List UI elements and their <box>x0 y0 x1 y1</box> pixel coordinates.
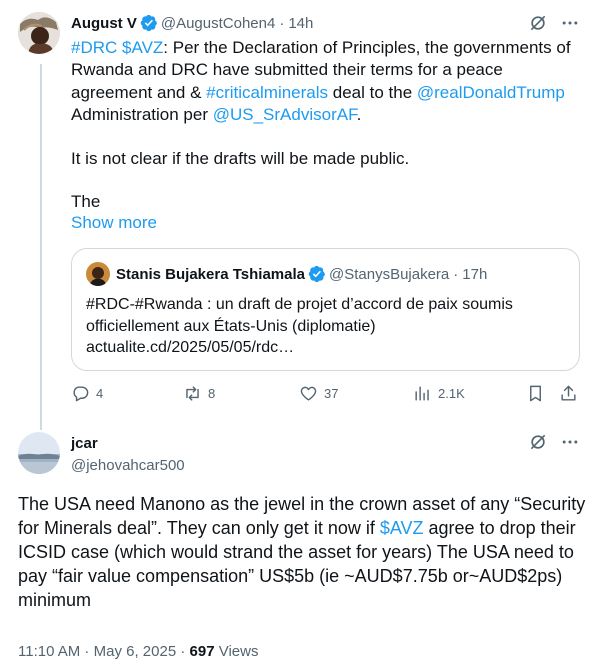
text-segment: deal to the <box>328 82 417 102</box>
repost-count: 8 <box>208 386 216 401</box>
mention-link[interactable]: @realDonaldTrump <box>417 83 565 102</box>
avatar-image <box>18 432 60 474</box>
bookmark-button[interactable] <box>526 384 545 403</box>
reply-header: jcar <box>71 433 98 453</box>
reply-icon <box>73 386 89 402</box>
share-icon <box>561 385 576 401</box>
more-icon[interactable] <box>560 432 580 452</box>
reply-tweet-text: The USA need Manono as the jewel in the … <box>18 492 588 612</box>
verified-badge-icon <box>308 265 325 283</box>
avatar-image <box>18 12 60 54</box>
thread-connector-line <box>40 64 42 430</box>
hashtag-link[interactable]: #criticalminerals <box>206 83 328 102</box>
tweet-text: #DRC $AVZ: Per the Declaration of Princi… <box>71 37 585 126</box>
like-icon <box>300 386 317 401</box>
views-button[interactable]: 2.1K <box>413 384 465 403</box>
quoted-author-avatar <box>86 262 110 286</box>
verified-badge-icon <box>140 14 157 32</box>
bookmark-icon <box>530 385 541 402</box>
reply-count: 4 <box>96 386 104 401</box>
author-name[interactable]: jcar <box>71 435 98 452</box>
meta-separator: · <box>80 643 94 660</box>
grok-icon[interactable] <box>528 13 548 33</box>
repost-icon <box>186 386 199 401</box>
avatar[interactable] <box>18 12 60 54</box>
author-handle[interactable]: @AugustCohen4 <box>161 15 275 32</box>
mention-link[interactable]: @US_SrAdvisorAF <box>213 105 357 124</box>
quoted-tweet-text: #RDC-#Rwanda : un draft de projet d’acco… <box>86 296 513 357</box>
more-icon[interactable] <box>560 13 580 33</box>
meta-separator: · <box>176 643 190 660</box>
views-count: 697 <box>189 643 215 660</box>
text-segment: . <box>356 104 362 124</box>
tweet-paragraph: It is not clear if the drafts will be ma… <box>71 149 410 168</box>
share-button[interactable] <box>559 384 578 403</box>
repost-button[interactable]: 8 <box>183 384 215 403</box>
cashtag-link[interactable]: $AVZ <box>380 518 424 538</box>
reply-button[interactable]: 4 <box>71 384 103 403</box>
quoted-author-handle: @StanysBujakera <box>328 265 450 283</box>
views-icon <box>415 386 429 401</box>
tweet-date[interactable]: May 6, 2025 <box>94 643 177 660</box>
tweet-paragraph: The <box>71 192 101 211</box>
tweet-time[interactable]: 11:10 AM <box>18 643 80 660</box>
avatar[interactable] <box>18 432 60 474</box>
grok-icon[interactable] <box>528 432 548 452</box>
like-button[interactable]: 37 <box>299 384 338 403</box>
tweet-top-actions <box>528 13 580 33</box>
quoted-tweet-card[interactable]: Stanis Bujakera Tshiamala @StanysBujaker… <box>71 248 580 371</box>
like-count: 37 <box>324 386 339 401</box>
quoted-tweet-header: Stanis Bujakera Tshiamala @StanysBujaker… <box>116 264 487 284</box>
tweet-time[interactable]: 14h <box>288 15 313 32</box>
tweet-actions-bar: 4 8 37 2.1K <box>71 384 581 408</box>
reply-handle-row: @jehovahcar500 <box>71 455 185 475</box>
cashtag-link[interactable]: $AVZ <box>122 38 163 57</box>
quoted-tweet-time: 17h <box>462 265 488 283</box>
tweet-header: August V @AugustCohen4 · 14h <box>71 12 313 34</box>
meta-separator: · <box>453 265 459 283</box>
quoted-author-name: Stanis Bujakera Tshiamala <box>116 265 305 283</box>
views-count: 2.1K <box>438 386 465 401</box>
tweet-meta-footer: 11:10 AM · May 6, 2025 · 697 Views <box>18 643 258 660</box>
tweet-top-actions <box>528 432 580 452</box>
meta-separator: · <box>279 14 285 32</box>
show-more-link[interactable]: Show more <box>71 213 157 233</box>
author-name[interactable]: August V <box>71 15 137 32</box>
views-label: Views <box>214 643 259 660</box>
author-handle[interactable]: @jehovahcar500 <box>71 457 185 474</box>
quoted-avatar-image <box>86 262 110 286</box>
text-segment: Administration per <box>71 104 213 124</box>
hashtag-link[interactable]: #DRC <box>71 38 117 57</box>
